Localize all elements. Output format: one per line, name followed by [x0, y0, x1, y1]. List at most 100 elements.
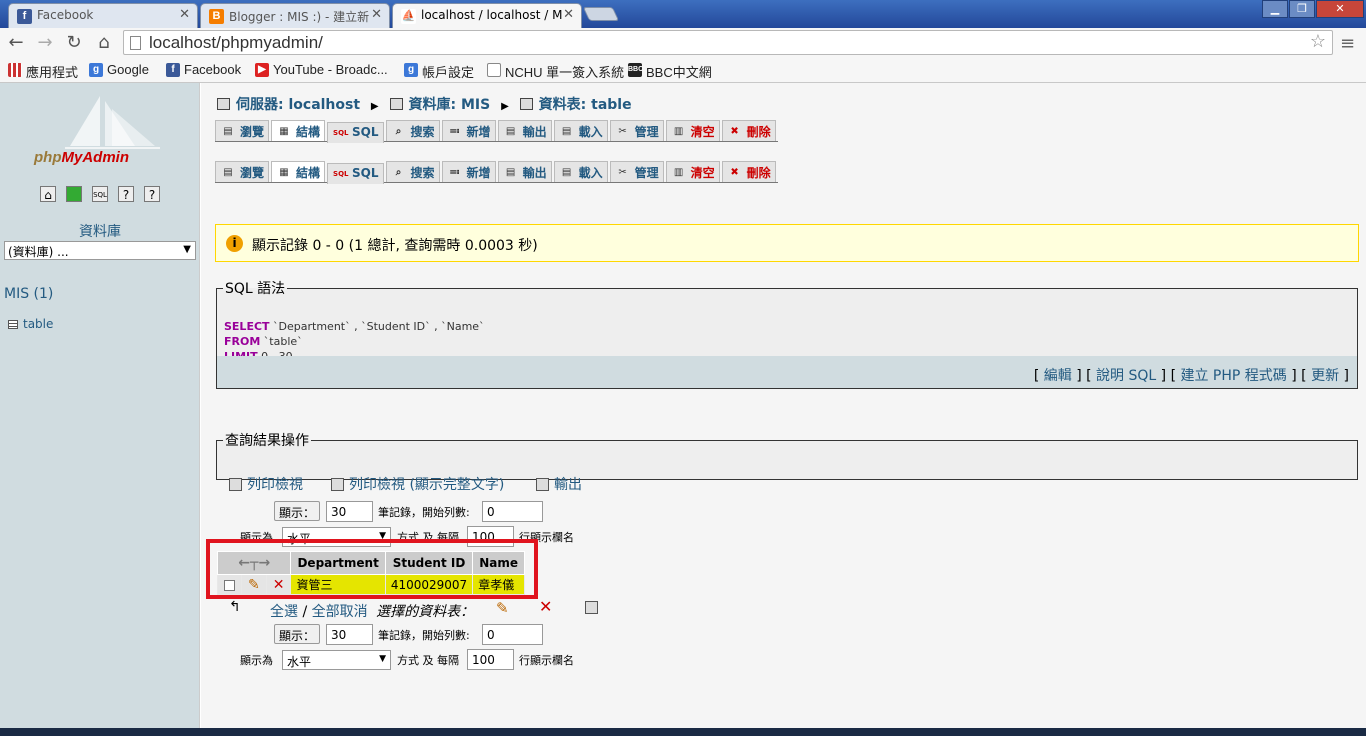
tab-search[interactable]: ⌕ 搜索	[385, 120, 440, 141]
bookmark-youtube[interactable]: ▶ YouTube - Broadc...	[255, 62, 388, 77]
tab-search[interactable]: ⌕ 搜索	[385, 161, 440, 182]
edit-link[interactable]: 編輯	[1044, 368, 1072, 384]
table-link-label: table	[23, 317, 54, 331]
refresh-link[interactable]: 更新	[1311, 368, 1339, 384]
tab-sql[interactable]: SQL SQL	[327, 163, 384, 184]
tab-insert[interactable]: ≕ 新增	[441, 161, 496, 182]
database-select[interactable]: (資料庫) ... ▼	[4, 241, 196, 260]
insert-icon: ≕	[449, 126, 460, 137]
rows-input[interactable]: 30	[326, 501, 373, 522]
mode-label: 顯示為	[240, 654, 273, 667]
tab-empty[interactable]: ▥ 清空	[665, 120, 720, 141]
bbc-icon: BBC	[628, 63, 643, 77]
database-link[interactable]: MIS (1)	[4, 286, 53, 302]
home-icon[interactable]: ⌂	[92, 32, 116, 53]
database-label: 資料庫	[79, 224, 121, 240]
browser-tab-blogger[interactable]: B Blogger : MIS :) - 建立新 ✕	[200, 3, 390, 28]
print-view-link[interactable]: 列印檢視	[229, 474, 303, 494]
star-icon[interactable]: ☆	[1310, 31, 1326, 52]
maximize-button[interactable]: ❐	[1289, 0, 1315, 18]
show-button[interactable]: 顯示：	[274, 501, 320, 521]
bookmark-label: Facebook	[184, 62, 242, 77]
close-tab-icon[interactable]: ✕	[563, 7, 574, 22]
database-icon	[389, 98, 403, 110]
tab-import[interactable]: ▤ 載入	[553, 161, 608, 182]
notice-box: i 顯示記錄 0 - 0 (1 總計, 查詢需時 0.0003 秒)	[215, 224, 1359, 262]
insert-icon: ≕	[449, 167, 460, 178]
bookmark-label: NCHU 單一簽入系統	[505, 65, 625, 80]
bookmark-facebook[interactable]: f Facebook	[166, 62, 241, 77]
tab-export[interactable]: ▤ 輸出	[497, 120, 552, 141]
exit-icon[interactable]	[66, 186, 82, 202]
browser-tab-facebook[interactable]: f Facebook ✕	[8, 3, 198, 28]
bookmark-nchu[interactable]: NCHU 單一簽入系統	[487, 62, 624, 81]
bookmark-apps[interactable]: 應用程式	[8, 62, 78, 81]
docs-icon[interactable]: ?	[144, 186, 160, 202]
back-icon[interactable]: ←	[4, 32, 28, 53]
tab-export[interactable]: ▤ 輸出	[497, 161, 552, 182]
close-tab-icon[interactable]: ✕	[179, 7, 190, 22]
menu-icon[interactable]: ≡	[1340, 33, 1358, 54]
tools-icon: ✂	[618, 167, 627, 178]
breadcrumb-server[interactable]: 伺服器: localhost	[236, 97, 360, 113]
tab-browse[interactable]: ▤ 瀏覽	[215, 161, 270, 182]
repeat-header-input[interactable]: 100	[467, 649, 514, 670]
sql-icon: SQL	[333, 170, 349, 178]
table-link[interactable]: table	[8, 317, 53, 331]
select-all-link[interactable]: 全選	[270, 604, 298, 620]
export-link[interactable]: 輸出	[536, 474, 582, 494]
browse-icon: ▤	[223, 167, 233, 178]
tab-operations[interactable]: ✂ 管理	[609, 120, 664, 141]
close-tab-icon[interactable]: ✕	[371, 7, 382, 22]
show-button[interactable]: 顯示：	[274, 624, 320, 644]
start-row-input[interactable]: 0	[482, 624, 543, 645]
bookmark-account[interactable]: g 帳戶設定	[404, 62, 474, 81]
browser-tab-bar: f Facebook ✕ B Blogger : MIS :) - 建立新 ✕ …	[0, 0, 1366, 28]
rows-label: 筆記錄，開始列數:	[378, 506, 470, 519]
selected-label: 選擇的資料表：	[376, 604, 475, 620]
deselect-all-link[interactable]: 全部取消	[312, 604, 368, 620]
search-icon: ⌕	[395, 126, 402, 137]
pencil-icon[interactable]: ✎	[496, 599, 509, 617]
browser-tab-localhost[interactable]: ⛵ localhost / localhost / M ✕	[392, 3, 582, 28]
close-window-button[interactable]: ✕	[1316, 0, 1364, 18]
tab-drop[interactable]: ✖ 刪除	[721, 161, 776, 182]
create-php-link[interactable]: 建立 PHP 程式碼	[1180, 368, 1286, 384]
bookmark-bbc[interactable]: BBC BBC中文網	[628, 62, 712, 81]
phpmyadmin-logo[interactable]: phpMyAdmin	[30, 91, 170, 171]
bookmark-google[interactable]: g Google	[89, 62, 149, 77]
address-bar[interactable]: localhost/phpmyadmin/ ☆	[123, 30, 1333, 55]
forward-icon[interactable]: →	[33, 32, 57, 53]
reload-icon[interactable]: ↻	[62, 32, 86, 53]
tab-sql[interactable]: SQL SQL	[327, 122, 384, 143]
breadcrumb-table[interactable]: 資料表: table	[539, 97, 632, 113]
tab-empty[interactable]: ▥ 清空	[665, 161, 720, 182]
home-icon[interactable]: ⌂	[40, 186, 56, 202]
rows-input[interactable]: 30	[326, 624, 373, 645]
tab-title: localhost / localhost / M	[421, 8, 563, 22]
structure-icon: ▦	[279, 126, 289, 137]
notice-text: 顯示記錄 0 - 0 (1 總計, 查詢需時 0.0003 秒)	[252, 238, 538, 254]
mode-select-value: 水平	[287, 655, 312, 669]
tab-structure[interactable]: ▦ 結構	[271, 120, 326, 141]
start-row-input[interactable]: 0	[482, 501, 543, 522]
tab-import[interactable]: ▤ 載入	[553, 120, 608, 141]
print-view-full-link[interactable]: 列印檢視 (顯示完整文字)	[331, 474, 504, 494]
table-icon	[8, 320, 18, 329]
new-tab-button[interactable]	[582, 7, 620, 21]
minimize-button[interactable]: ▁	[1262, 0, 1288, 18]
export-icon[interactable]	[585, 601, 598, 614]
tab-operations[interactable]: ✂ 管理	[609, 161, 664, 182]
mode-select[interactable]: 水平 ▼	[282, 650, 391, 670]
tab-drop[interactable]: ✖ 刪除	[721, 120, 776, 141]
import-icon: ▤	[561, 167, 572, 178]
tab-browse[interactable]: ▤ 瀏覽	[215, 120, 270, 141]
help-icon[interactable]: ?	[118, 186, 134, 202]
delete-icon[interactable]: ✕	[539, 597, 552, 616]
explain-sql-link[interactable]: 說明 SQL	[1096, 368, 1156, 384]
sql-icon[interactable]: SQL	[92, 186, 108, 202]
bookmark-label: BBC中文網	[646, 65, 712, 80]
tab-structure[interactable]: ▦ 結構	[271, 161, 326, 182]
tab-insert[interactable]: ≕ 新增	[441, 120, 496, 141]
breadcrumb-database[interactable]: 資料庫: MIS	[409, 97, 491, 113]
